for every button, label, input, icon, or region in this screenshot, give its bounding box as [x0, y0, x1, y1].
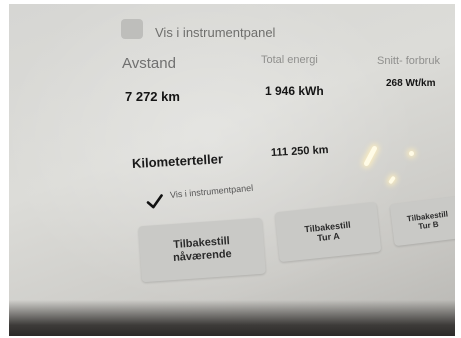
distance-value: 7 272 km	[125, 89, 180, 104]
screen-photo: Vis i instrumentpanel Avstand Total ener…	[9, 4, 455, 336]
reset-current-line2: nåværende	[172, 247, 233, 265]
average-consumption-header: Snitt- forbruk	[377, 55, 440, 67]
reset-trip-b-button[interactable]: Tilbakestill Tur B	[389, 195, 455, 247]
light-reflection	[409, 151, 414, 156]
total-energy-value: 1 946 kWh	[265, 84, 324, 98]
reset-current-trip-button[interactable]: Tilbakestill nåværende	[138, 217, 266, 283]
average-consumption-value: 268 Wt/km	[386, 78, 436, 89]
distance-header: Avstand	[122, 55, 176, 72]
screen-shading	[9, 4, 455, 336]
show-in-instrument-panel-checkbox-top[interactable]	[121, 19, 143, 39]
checkmark-icon	[146, 194, 163, 209]
screen-bezel	[9, 300, 455, 336]
show-in-instrument-panel-label-top: Vis i instrumentpanel	[155, 25, 276, 40]
reset-trip-a-button[interactable]: Tilbakestill Tur A	[274, 201, 382, 263]
total-energy-header: Total energi	[261, 54, 318, 66]
show-in-instrument-panel-checkbox[interactable]	[145, 192, 164, 211]
